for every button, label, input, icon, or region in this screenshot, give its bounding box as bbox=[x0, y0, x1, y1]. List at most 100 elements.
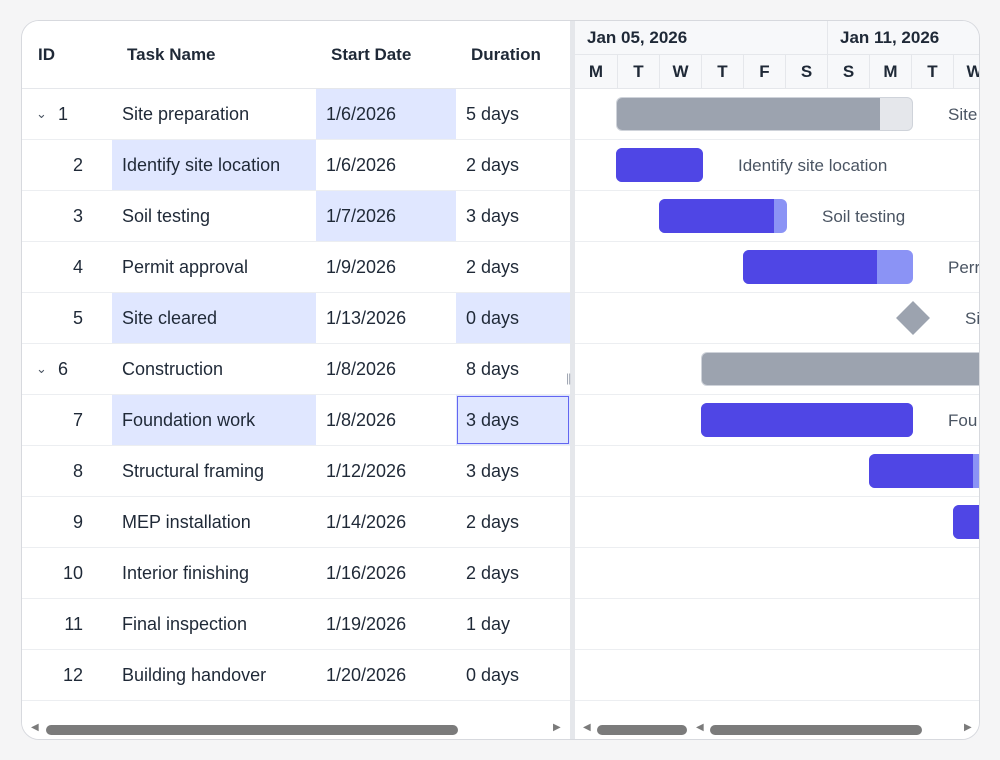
cell-task-name[interactable]: Site preparation bbox=[112, 89, 316, 139]
cell-duration[interactable]: 0 days bbox=[456, 293, 570, 343]
column-header-start-date[interactable]: Start Date bbox=[331, 21, 411, 89]
cell-start-date[interactable]: 1/8/2026 bbox=[316, 344, 456, 394]
day-label: W bbox=[953, 55, 979, 89]
cell-start-date[interactable]: 1/9/2026 bbox=[316, 242, 456, 292]
table-row[interactable]: 9 MEP installation 1/14/2026 2 days bbox=[22, 497, 570, 548]
cell-duration[interactable]: 1 day bbox=[456, 599, 570, 649]
cell-duration[interactable]: 8 days bbox=[456, 344, 570, 394]
cell-duration[interactable]: 3 days bbox=[456, 191, 570, 241]
table-row[interactable]: 12 Building handover 1/20/2026 0 days bbox=[22, 650, 570, 701]
arrow-left-icon[interactable]: ◀ bbox=[583, 722, 591, 733]
table-row[interactable]: 4 Permit approval 1/9/2026 2 days bbox=[22, 242, 570, 293]
task-bar[interactable] bbox=[701, 403, 913, 437]
table-row[interactable]: 10 Interior finishing 1/16/2026 2 days bbox=[22, 548, 570, 599]
cell-start-date[interactable]: 1/6/2026 bbox=[316, 89, 456, 139]
chart-scroll-thumb[interactable] bbox=[710, 725, 922, 735]
cell-id[interactable]: 8 bbox=[22, 446, 112, 496]
cell-task-name[interactable]: Final inspection bbox=[112, 599, 316, 649]
cell-duration[interactable]: 0 days bbox=[456, 650, 570, 700]
cell-task-name[interactable]: Identify site location bbox=[112, 140, 316, 190]
grip-icon[interactable]: || bbox=[566, 371, 571, 385]
table-row[interactable]: ⌄ 6 Construction 1/8/2026 8 days bbox=[22, 344, 570, 395]
cell-duration-focused[interactable]: 3 days bbox=[456, 395, 570, 445]
cell-start-date[interactable]: 1/13/2026 bbox=[316, 293, 456, 343]
arrow-right-icon[interactable]: ▶ bbox=[964, 722, 972, 733]
cell-id[interactable]: ⌄ 1 bbox=[22, 89, 112, 139]
table-row[interactable]: 2 Identify site location 1/6/2026 2 days bbox=[22, 140, 570, 191]
column-header-task-name[interactable]: Task Name bbox=[127, 21, 216, 89]
task-grid: ID Task Name Start Date Duration ⌄ 1 Sit… bbox=[22, 21, 571, 739]
week-label: Jan 11, 2026 bbox=[827, 21, 979, 55]
summary-bar[interactable] bbox=[616, 97, 913, 131]
cell-task-name[interactable]: Construction bbox=[112, 344, 316, 394]
chart-scroll-thumb-left[interactable] bbox=[597, 725, 687, 735]
day-label: S bbox=[785, 55, 827, 89]
grid-scroll-thumb[interactable] bbox=[46, 725, 458, 735]
cell-id[interactable]: 2 bbox=[22, 140, 112, 190]
cell-task-name[interactable]: MEP installation bbox=[112, 497, 316, 547]
cell-id[interactable]: 5 bbox=[22, 293, 112, 343]
arrow-left-icon[interactable]: ◀ bbox=[696, 722, 704, 733]
gantt-row: Perr bbox=[575, 242, 979, 293]
cell-task-name[interactable]: Permit approval bbox=[112, 242, 316, 292]
cell-task-name[interactable]: Building handover bbox=[112, 650, 316, 700]
table-row[interactable]: 5 Site cleared 1/13/2026 0 days bbox=[22, 293, 570, 344]
bar-label: Identify site location bbox=[738, 156, 888, 175]
cell-start-date[interactable]: 1/20/2026 bbox=[316, 650, 456, 700]
milestone-diamond[interactable] bbox=[896, 301, 930, 335]
cell-duration[interactable]: 2 days bbox=[456, 140, 570, 190]
table-row[interactable]: 8 Structural framing 1/12/2026 3 days bbox=[22, 446, 570, 497]
cell-id[interactable]: 4 bbox=[22, 242, 112, 292]
task-bar[interactable] bbox=[953, 505, 979, 539]
cell-id[interactable]: 9 bbox=[22, 497, 112, 547]
cell-task-name[interactable]: Interior finishing bbox=[112, 548, 316, 598]
summary-progress bbox=[702, 353, 979, 385]
grid-horizontal-scrollbar[interactable]: ◀ ▶ bbox=[22, 719, 570, 739]
task-bar[interactable] bbox=[659, 199, 787, 233]
table-row[interactable]: 3 Soil testing 1/7/2026 3 days bbox=[22, 191, 570, 242]
arrow-right-icon[interactable]: ▶ bbox=[553, 722, 561, 733]
cell-task-name[interactable]: Soil testing bbox=[112, 191, 316, 241]
cell-task-name[interactable]: Foundation work bbox=[112, 395, 316, 445]
task-bar[interactable] bbox=[743, 250, 913, 284]
cell-duration[interactable]: 5 days bbox=[456, 89, 570, 139]
cell-duration[interactable]: 3 days bbox=[456, 446, 570, 496]
chart-horizontal-scrollbar[interactable]: ◀ ◀ ▶ bbox=[575, 719, 979, 739]
cell-start-date[interactable]: 1/16/2026 bbox=[316, 548, 456, 598]
day-label: T bbox=[701, 55, 743, 89]
table-row[interactable]: 11 Final inspection 1/19/2026 1 day bbox=[22, 599, 570, 650]
cell-duration[interactable]: 2 days bbox=[456, 497, 570, 547]
cell-id[interactable]: 11 bbox=[22, 599, 112, 649]
cell-task-name[interactable]: Structural framing bbox=[112, 446, 316, 496]
bar-label: Site bbox=[948, 105, 978, 124]
column-header-id[interactable]: ID bbox=[38, 21, 55, 89]
chevron-down-icon[interactable]: ⌄ bbox=[36, 89, 47, 139]
row-id: 5 bbox=[72, 308, 83, 328]
bar-label: Soil testing bbox=[822, 207, 906, 226]
task-bar[interactable] bbox=[616, 148, 703, 182]
cell-start-date[interactable]: 1/8/2026 bbox=[316, 395, 456, 445]
cell-start-date[interactable]: 1/7/2026 bbox=[316, 191, 456, 241]
cell-start-date[interactable]: 1/12/2026 bbox=[316, 446, 456, 496]
table-row[interactable]: ⌄ 1 Site preparation 1/6/2026 5 days bbox=[22, 89, 570, 140]
cell-id[interactable]: 7 bbox=[22, 395, 112, 445]
task-bar[interactable] bbox=[869, 454, 979, 488]
arrow-left-icon[interactable]: ◀ bbox=[31, 722, 39, 733]
chevron-down-icon[interactable]: ⌄ bbox=[36, 344, 47, 394]
cell-id[interactable]: 3 bbox=[22, 191, 112, 241]
cell-task-name[interactable]: Site cleared bbox=[112, 293, 316, 343]
column-header-duration[interactable]: Duration bbox=[471, 21, 541, 89]
task-progress bbox=[743, 250, 878, 284]
cell-start-date[interactable]: 1/19/2026 bbox=[316, 599, 456, 649]
gantt-row: Site bbox=[575, 89, 979, 140]
cell-start-date[interactable]: 1/14/2026 bbox=[316, 497, 456, 547]
cell-id[interactable]: ⌄ 6 bbox=[22, 344, 112, 394]
summary-bar[interactable] bbox=[701, 352, 979, 386]
table-row[interactable]: 7 Foundation work 1/8/2026 3 days bbox=[22, 395, 570, 446]
cell-start-date[interactable]: 1/6/2026 bbox=[316, 140, 456, 190]
cell-duration[interactable]: 2 days bbox=[456, 242, 570, 292]
cell-id[interactable]: 12 bbox=[22, 650, 112, 700]
cell-id[interactable]: 10 bbox=[22, 548, 112, 598]
cell-duration[interactable]: 2 days bbox=[456, 548, 570, 598]
day-label: W bbox=[659, 55, 701, 89]
